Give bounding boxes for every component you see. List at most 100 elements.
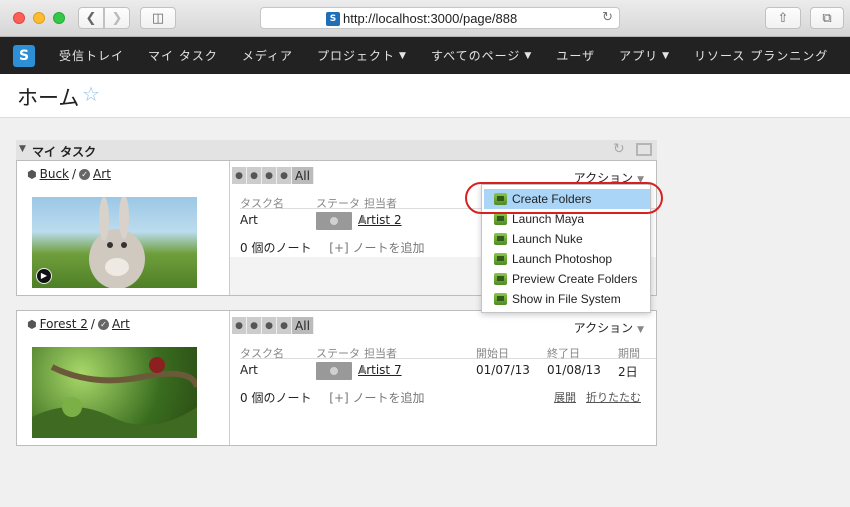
menu-item-show-in-file-system[interactable]: Show in File System <box>484 289 650 309</box>
nav-my-tasks[interactable]: マイ タスク <box>148 47 218 64</box>
play-icon[interactable]: ▶ <box>36 268 52 284</box>
status-chip[interactable] <box>316 212 352 230</box>
caret-down-icon: ▼ <box>399 50 407 61</box>
col-task: タスク名 <box>240 347 284 360</box>
col-duration: 期間 <box>618 347 640 360</box>
pager-dot[interactable]: ● <box>247 167 262 184</box>
add-note-link[interactable]: [+] ノートを追加 <box>329 241 424 255</box>
task-table-header: タスク名 ステータ 担当者 開始日 終了日 期間 <box>240 345 656 360</box>
end-date: 01/08/13 <box>547 363 601 377</box>
entity-link[interactable]: Buck <box>40 167 69 181</box>
refresh-icon[interactable]: ↻ <box>613 141 625 157</box>
pager-all[interactable]: All <box>292 167 314 184</box>
nav-resource-planning[interactable]: リソース プランニング <box>694 47 828 64</box>
nav-inbox[interactable]: 受信トレイ <box>59 47 124 64</box>
my-tasks-widget-header: ▼ マイ タスク ↻ <box>16 140 657 160</box>
table-row[interactable]: Art ♟ Artist 7 01/07/13 01/08/13 2日 <box>240 362 656 381</box>
tasks-panel: ● ● ● ● All アクション ▼ タスク名 ステータ 担当者 開始日 終了日… <box>230 311 656 445</box>
widget-title: マイ タスク <box>32 145 97 159</box>
menu-item-launch-photoshop[interactable]: Launch Photoshop <box>484 249 650 269</box>
menu-item-label: Show in File System <box>512 292 621 306</box>
caret-down-icon: ▼ <box>524 50 533 61</box>
tab-overview-button[interactable]: ⧉ <box>810 7 844 29</box>
cube-icon: ⬢ <box>27 317 37 331</box>
pager-dot[interactable]: ● <box>232 317 247 334</box>
app-navbar: S 受信トレイ マイ タスク メディア プロジェクト ▼ すべてのページ ▼ ユーザ… <box>0 37 850 74</box>
check-icon: ✓ <box>79 168 91 180</box>
minimize-window-button[interactable] <box>33 12 45 24</box>
address-bar[interactable]: S http://localhost:3000/page/888 ↻ <box>260 7 620 29</box>
pager-dot[interactable]: ● <box>247 317 262 334</box>
action-menu-button[interactable]: アクション ▼ <box>574 319 644 336</box>
nav-projects[interactable]: プロジェクト ▼ <box>317 47 407 64</box>
menu-item-launch-nuke[interactable]: Launch Nuke <box>484 229 650 249</box>
chevron-right-icon: ❯ <box>111 10 123 26</box>
close-window-button[interactable] <box>13 12 25 24</box>
action-label: アクション <box>573 321 634 335</box>
check-icon: ✓ <box>97 318 109 330</box>
col-assignee: 担当者 <box>364 347 397 360</box>
pager-dot[interactable]: ● <box>262 167 277 184</box>
maximize-widget-icon[interactable] <box>636 143 652 156</box>
nav-label: マイ タスク <box>148 49 218 63</box>
toolkit-app-icon <box>494 213 507 225</box>
toolkit-app-icon <box>494 293 507 305</box>
step-link[interactable]: Art <box>112 317 130 331</box>
nav-label: ユーザ <box>556 49 596 63</box>
app-logo[interactable]: S <box>13 44 35 67</box>
col-status: ステータ <box>316 197 360 210</box>
share-icon: ⇧ <box>777 10 789 26</box>
pager-dot[interactable]: ● <box>277 317 292 334</box>
favorite-star-icon[interactable]: ☆ <box>82 82 100 106</box>
assignee-cell: ♟ Artist 7 <box>358 363 402 377</box>
entity-link[interactable]: Forest 2 <box>40 317 88 331</box>
task-card: ⬢ Forest 2 / ✓ Art ● ● ● ● All アクション ▼ タス… <box>16 310 657 446</box>
favicon-icon: S <box>326 12 340 26</box>
collapse-link[interactable]: 折りたたむ <box>586 389 641 405</box>
nav-label: アプリ <box>619 49 659 63</box>
entity-panel: ⬢ Forest 2 / ✓ Art <box>17 311 230 445</box>
breadcrumb: ⬢ Forest 2 / ✓ Art <box>27 317 130 331</box>
pager-dot[interactable]: ● <box>232 167 247 184</box>
nav-users[interactable]: ユーザ <box>556 47 595 64</box>
expand-link[interactable]: 展開 <box>554 389 576 405</box>
add-note-link[interactable]: [+] ノートを追加 <box>329 391 424 405</box>
step-link[interactable]: Art <box>93 167 111 181</box>
pager-all[interactable]: All <box>292 317 314 334</box>
status-chip[interactable] <box>316 362 352 380</box>
col-end: 終了日 <box>547 347 580 360</box>
entity-panel: ⬢ Buck / ✓ Art ▶ <box>17 161 230 295</box>
col-status: ステータ <box>316 347 360 360</box>
pager-dot[interactable]: ● <box>262 317 277 334</box>
back-button[interactable]: ❮ <box>78 7 104 29</box>
reload-icon[interactable]: ↻ <box>602 10 613 25</box>
nav-media[interactable]: メディア <box>242 47 293 64</box>
nav-label: プロジェクト <box>317 49 396 63</box>
col-task: タスク名 <box>240 197 284 210</box>
nav-label: 受信トレイ <box>59 49 125 63</box>
collapse-triangle-icon[interactable]: ▼ <box>19 144 26 154</box>
maximize-window-button[interactable] <box>53 12 65 24</box>
nav-apps[interactable]: アプリ ▼ <box>619 47 670 64</box>
bunny-illustration <box>89 197 145 288</box>
browser-toolbar: ❮ ❯ ◫ S http://localhost:3000/page/888 ↻… <box>0 0 850 37</box>
forward-button[interactable]: ❯ <box>104 7 130 29</box>
share-button[interactable]: ⇧ <box>765 7 801 29</box>
page-title: ホーム <box>17 86 80 110</box>
page-header: ホーム ☆ <box>0 74 850 118</box>
nav-all-pages[interactable]: すべてのページ ▼ <box>431 47 532 64</box>
sidebar-toggle-button[interactable]: ◫ <box>140 7 176 29</box>
nav-label: すべてのページ <box>430 49 521 63</box>
notes-line: 0 個のノート [+] ノートを追加 <box>240 239 425 256</box>
menu-item-preview-create-folders[interactable]: Preview Create Folders <box>484 269 650 289</box>
note-count: 0 個のノート <box>240 241 312 255</box>
pager-dot[interactable]: ● <box>277 167 292 184</box>
menu-item-label: Launch Nuke <box>512 232 583 246</box>
url-text: http://localhost:3000/page/888 <box>343 11 518 26</box>
entity-thumbnail[interactable]: ▶ <box>32 197 197 288</box>
crumb-separator: / <box>72 167 77 181</box>
nav-label: メディア <box>241 49 294 63</box>
entity-thumbnail[interactable] <box>32 347 197 438</box>
sidebar-icon: ◫ <box>151 10 165 26</box>
caret-down-icon: ▼ <box>637 325 644 335</box>
